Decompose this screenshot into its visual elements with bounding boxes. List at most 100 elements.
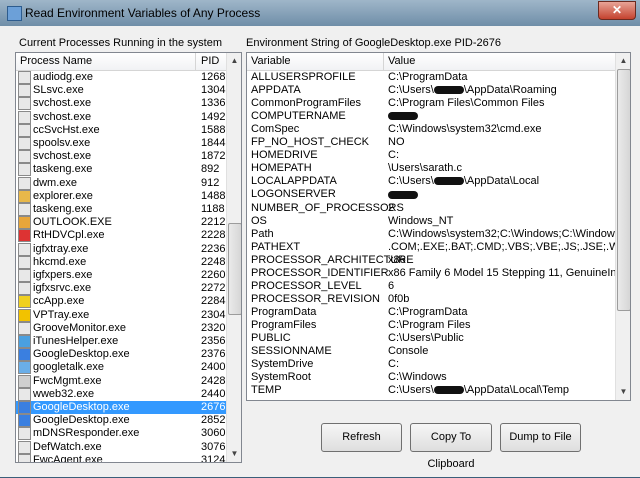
process-row[interactable]: svchost.exe 1492 (16, 110, 226, 124)
process-row[interactable]: taskeng.exe 892 (16, 163, 226, 177)
env-row[interactable]: APPDATA C:\Users\ \AppData\Roaming (247, 84, 615, 97)
env-row[interactable]: ComSpec C:\Windows\system32\cmd.exe (247, 123, 615, 136)
column-header-value[interactable]: Value (388, 55, 415, 67)
process-name: GoogleDesktop.exe (33, 414, 130, 427)
title-bar[interactable]: Read Environment Variables of Any Proces… (0, 0, 640, 26)
process-row[interactable]: dwm.exe 912 (16, 176, 226, 190)
process-name: explorer.exe (33, 189, 93, 202)
scrollbar-thumb[interactable] (228, 223, 241, 315)
refresh-button[interactable]: Refresh (321, 423, 402, 452)
env-row[interactable]: ProgramData C:\ProgramData (247, 306, 615, 319)
process-row[interactable]: OUTLOOK.EXE 2212 (16, 216, 226, 230)
process-row[interactable]: GoogleDesktop.exe 2852 (16, 414, 226, 428)
env-row[interactable]: SystemRoot C:\Windows (247, 371, 615, 384)
env-row[interactable]: PROCESSOR_IDENTIFIER x86 Family 6 Model 1… (247, 267, 628, 280)
column-header-process-name[interactable]: Process Name (20, 55, 92, 67)
process-row[interactable]: RtHDVCpl.exe 2228 (16, 229, 226, 243)
exe-icon (18, 150, 31, 164)
env-row[interactable]: ProgramFiles C:\Program Files (247, 319, 615, 332)
process-row[interactable]: FwcMgmt.exe 2428 (16, 374, 226, 388)
env-value-text: C: (388, 149, 399, 162)
env-value-text: 0f0b (388, 292, 410, 305)
process-name: DefWatch.exe (33, 440, 102, 453)
env-value-text: \Users\sarath.c (388, 162, 462, 175)
env-row[interactable]: HOMEDRIVE C: (247, 149, 615, 162)
process-pid: 2228 (201, 229, 226, 242)
close-button[interactable]: ✕ (598, 1, 636, 20)
process-row[interactable]: mDNSResponder.exe 3060 (16, 427, 226, 441)
env-row[interactable]: LOGONSERVER (247, 188, 615, 201)
env-row[interactable]: SESSIONNAME Console (247, 345, 615, 358)
process-pid: 2212 (201, 216, 226, 229)
process-row[interactable]: spoolsv.exe 1844 (16, 137, 226, 150)
process-row[interactable]: hkcmd.exe 2248 (16, 255, 226, 269)
env-value: C:\ProgramData (388, 71, 467, 84)
process-name: igfxtray.exe (33, 242, 89, 255)
process-name: googletalk.exe (33, 361, 104, 374)
process-row[interactable]: GoogleDesktop.exe 2376 (16, 348, 226, 362)
env-row[interactable]: HOMEPATH \Users\sarath.c (247, 162, 615, 175)
process-row[interactable]: wweb32.exe 2440 (16, 387, 226, 401)
copy-to-clipboard-button[interactable]: Copy To Clipboard (410, 423, 492, 470)
process-pid: 2236 (201, 242, 226, 255)
process-row[interactable]: GrooveMonitor.exe 2320 (16, 321, 226, 335)
scrollbar-thumb[interactable] (617, 69, 630, 311)
process-row[interactable]: igfxtray.exe 2236 (16, 242, 226, 256)
env-row[interactable]: PROCESSOR_REVISION 0f0b (247, 293, 615, 306)
environment-list[interactable]: Variable Value ALLUSERSPROFILE C:\Program… (246, 52, 631, 401)
env-value-text: C:\Users\ (388, 84, 434, 97)
env-value-suffix: \AppData\Local\Temp (463, 384, 570, 397)
env-row[interactable]: LOCALAPPDATA C:\Users\ \AppData\Local (247, 175, 615, 188)
environment-list-scrollbar[interactable]: ▲ ▼ (615, 53, 630, 400)
process-row[interactable]: audiodg.exe 1268 (16, 71, 226, 84)
env-row[interactable]: PATHEXT .COM;.EXE;.BAT;.CMD;.VBS;.VBE;.JS… (247, 241, 630, 254)
env-value: Console (388, 345, 428, 358)
env-row[interactable]: PUBLIC C:\Users\Public (247, 332, 615, 345)
scroll-down-arrow-icon[interactable]: ▼ (616, 384, 630, 399)
env-row[interactable]: NUMBER_OF_PROCESSORS 2 (247, 202, 615, 215)
env-row[interactable]: FP_NO_HOST_CHECK NO (247, 136, 615, 149)
column-header-pid[interactable]: PID (201, 55, 219, 67)
process-row[interactable]: taskeng.exe 1188 (16, 203, 226, 216)
env-value: C:\Windows (388, 371, 447, 384)
scroll-down-arrow-icon[interactable]: ▼ (227, 446, 241, 461)
environment-list-header: Variable Value (247, 53, 615, 71)
process-row[interactable]: FwcAgent.exe 3124 (16, 453, 226, 462)
env-value: x86 (388, 254, 406, 267)
env-row[interactable]: TEMP C:\Users\ \AppData\Local\Temp (247, 384, 615, 397)
process-pid: 1268 (201, 71, 226, 83)
scroll-up-arrow-icon[interactable]: ▲ (616, 53, 630, 68)
process-row[interactable]: ccSvcHst.exe 1588 (16, 123, 226, 137)
google-desktop-icon (18, 401, 31, 414)
process-row[interactable]: svchost.exe 1336 (16, 97, 226, 111)
process-list-scrollbar[interactable]: ▲ ▼ (226, 53, 241, 462)
env-row[interactable]: Path C:\Windows\system32;C:\Windows;C:\Wi… (247, 228, 630, 241)
process-row[interactable]: iTunesHelper.exe 2356 (16, 335, 226, 348)
process-row[interactable]: googletalk.exe 2400 (16, 361, 226, 375)
env-row[interactable]: OS Windows_NT (247, 215, 615, 228)
env-row[interactable]: ALLUSERSPROFILE C:\ProgramData (247, 71, 615, 84)
env-value: C:\Program Files\Common Files (388, 97, 544, 110)
process-row[interactable]: igfxpers.exe 2260 (16, 269, 226, 282)
process-row[interactable]: GoogleDesktop.exe 2676 (16, 401, 226, 414)
env-row[interactable]: CommonProgramFiles C:\Program Files\Commo… (247, 97, 615, 110)
process-row[interactable]: SLsvc.exe 1304 (16, 84, 226, 98)
process-row[interactable]: svchost.exe 1872 (16, 150, 226, 164)
scroll-up-arrow-icon[interactable]: ▲ (227, 53, 241, 68)
process-row[interactable]: VPTray.exe 2304 (16, 308, 226, 322)
env-row[interactable]: SystemDrive C: (247, 358, 615, 371)
env-value: C:\Users\ \AppData\Local\Temp (388, 384, 569, 397)
env-row[interactable]: PROCESSOR_ARCHITECTURE x86 (247, 254, 615, 267)
env-row[interactable]: COMPUTERNAME (247, 110, 615, 123)
process-row[interactable]: explorer.exe 1488 (16, 189, 226, 203)
process-row[interactable]: igfxsrvc.exe 2272 (16, 282, 226, 296)
process-row[interactable]: DefWatch.exe 3076 (16, 440, 226, 454)
redaction-mark (388, 190, 418, 199)
env-row[interactable]: PROCESSOR_LEVEL 6 (247, 280, 615, 293)
env-value: C:\Users\ \AppData\Roaming (388, 84, 557, 97)
column-header-variable[interactable]: Variable (251, 55, 291, 67)
process-list[interactable]: Process Name PID audiodg.exe 1268 SLsvc.ex… (15, 52, 242, 463)
itunes-icon (18, 335, 31, 348)
process-row[interactable]: ccApp.exe 2284 (16, 295, 226, 309)
dump-to-file-button[interactable]: Dump to File (500, 423, 581, 452)
